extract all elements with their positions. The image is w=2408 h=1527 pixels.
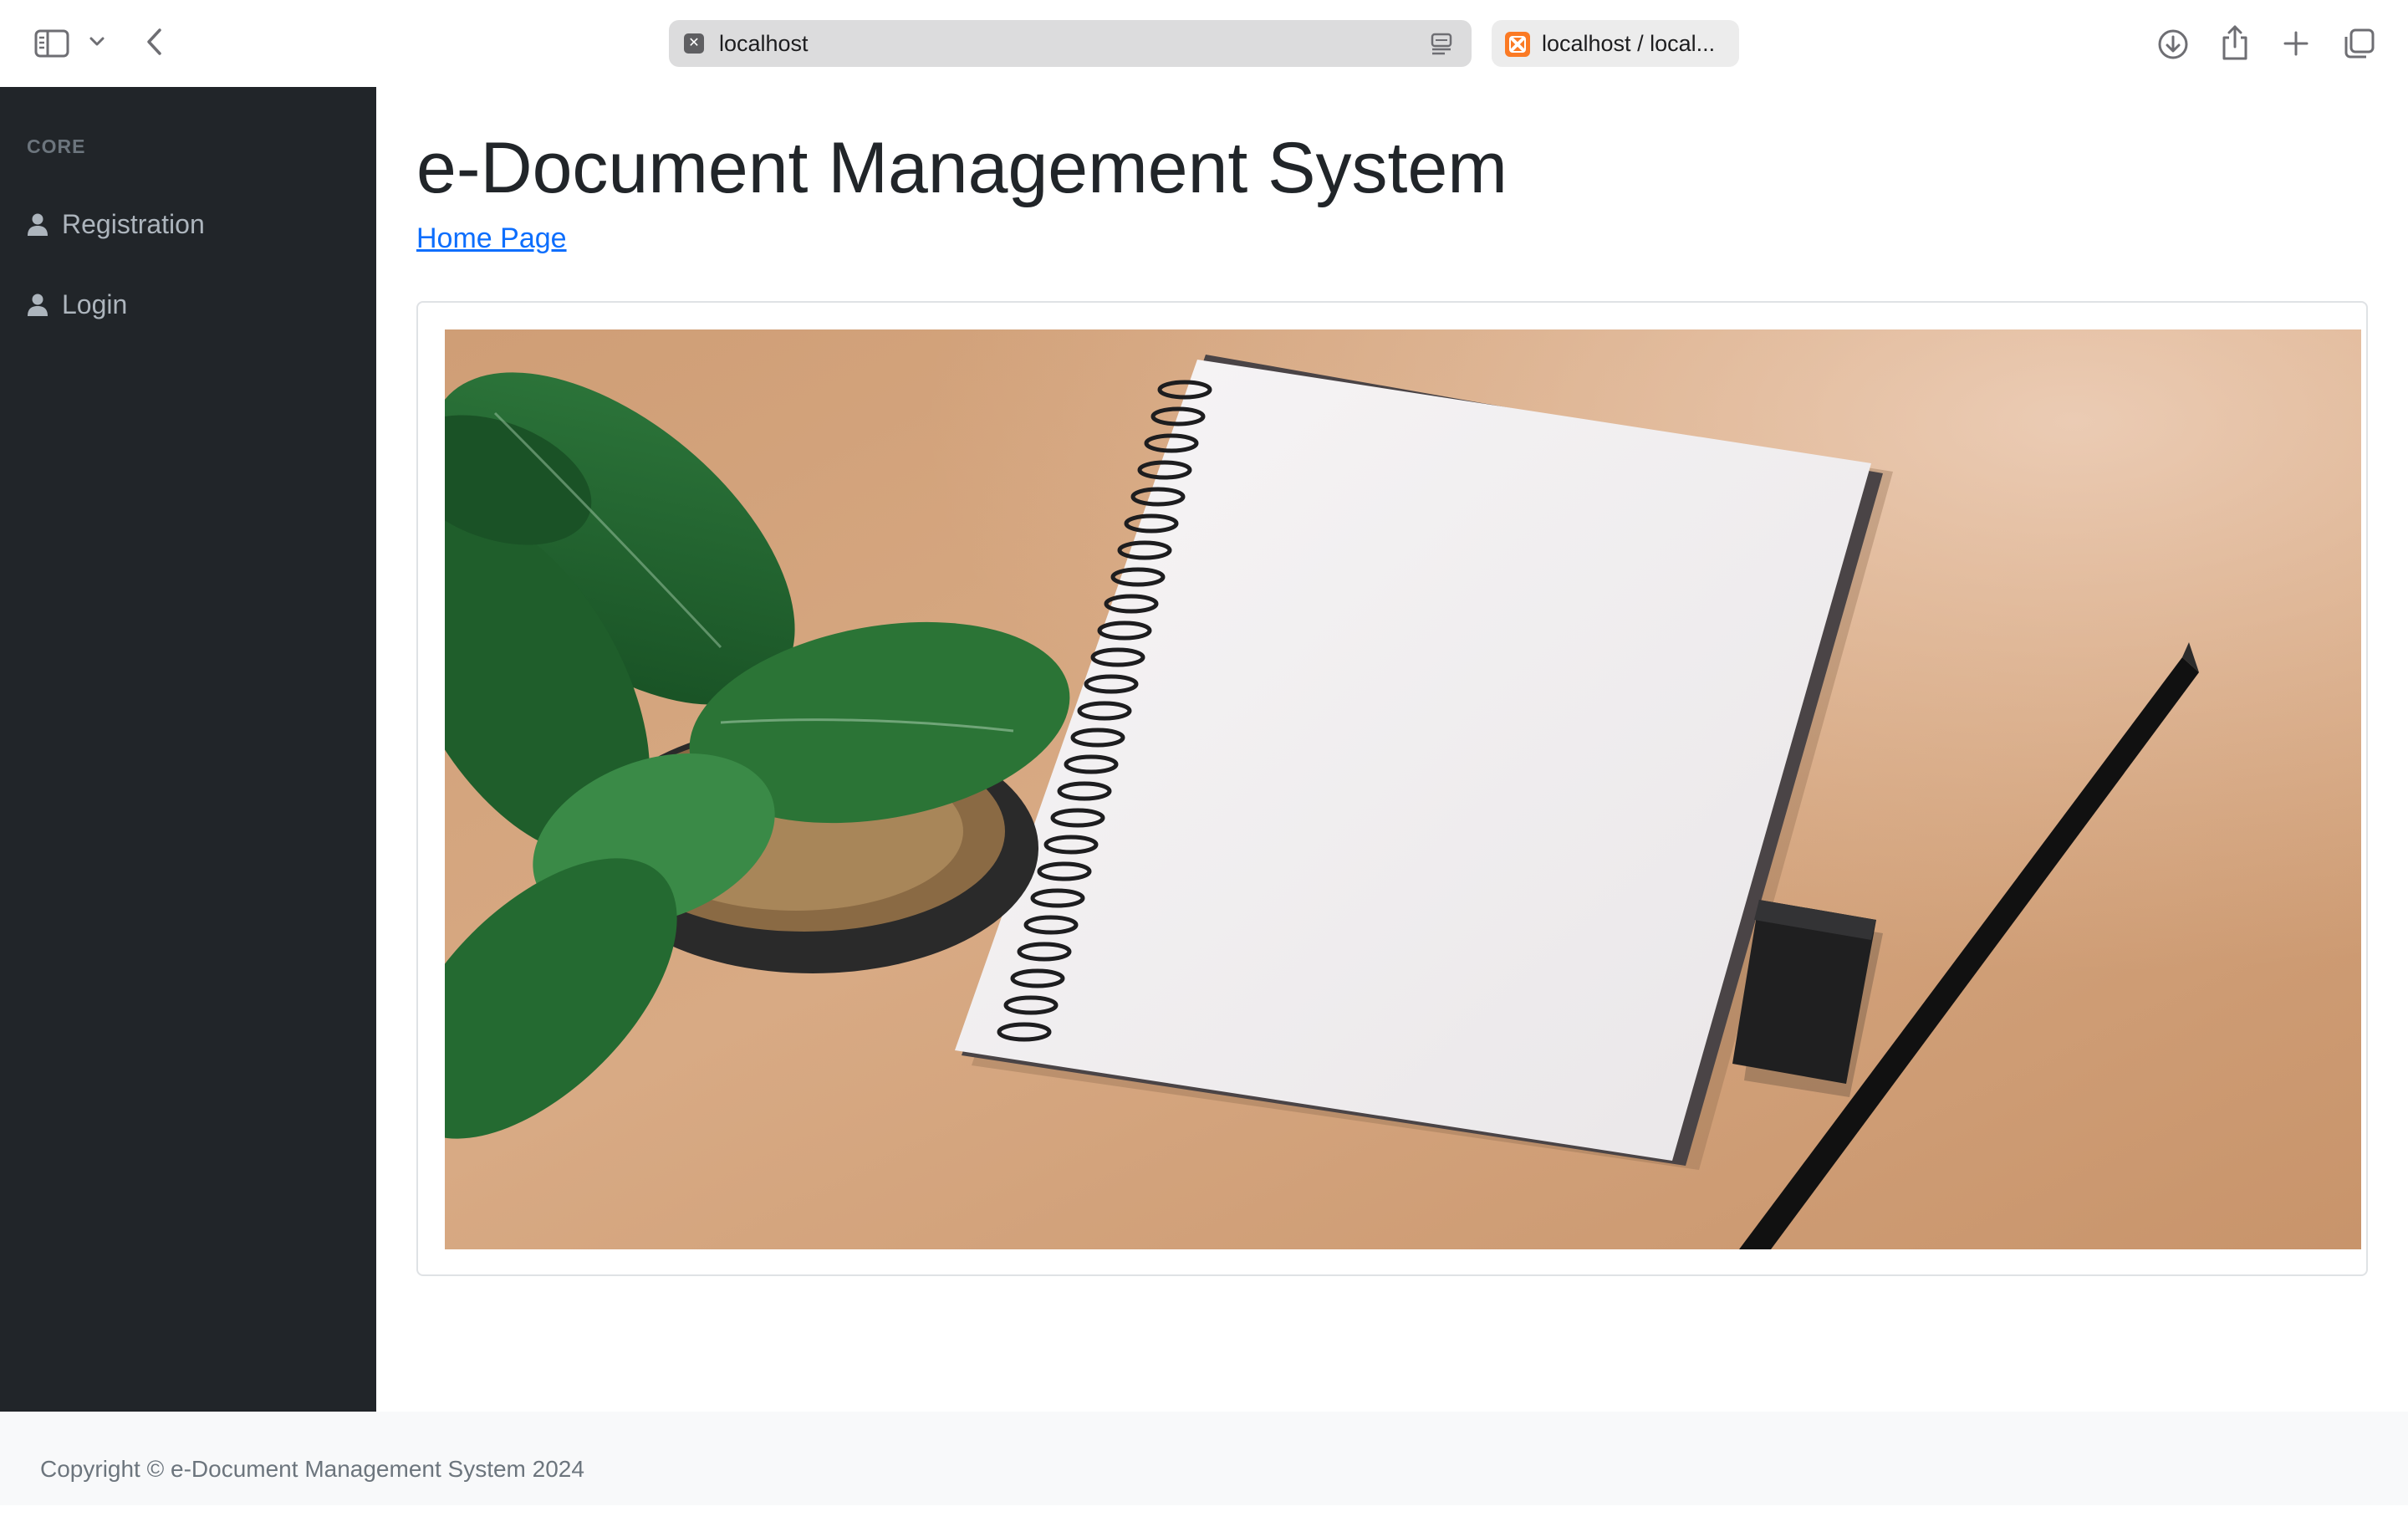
sidebar: CORE Registration Login <box>0 87 376 1412</box>
main-content: e-Document Management System Home Page <box>376 87 2408 1412</box>
copyright-text: Copyright © e-Document Management System… <box>40 1456 584 1482</box>
tab-phpmyadmin[interactable]: localhost / local... <box>1492 20 1739 67</box>
chevron-down-icon[interactable] <box>85 30 109 54</box>
share-icon[interactable] <box>2217 22 2252 64</box>
user-icon <box>27 292 50 317</box>
reader-icon[interactable] <box>1430 32 1453 55</box>
sidebar-item-login[interactable]: Login <box>27 279 127 329</box>
tab-title: localhost / local... <box>1542 31 1716 56</box>
footer: Copyright © e-Document Management System… <box>0 1412 2408 1505</box>
hero-image <box>445 329 2361 1249</box>
back-icon[interactable] <box>139 23 169 60</box>
address-text[interactable]: localhost <box>719 20 809 67</box>
sidebar-heading: CORE <box>27 135 86 157</box>
page-title: e-Document Management System <box>416 128 1508 208</box>
hero-card <box>416 301 2368 1276</box>
user-icon <box>27 212 50 237</box>
home-page-link[interactable]: Home Page <box>416 222 567 255</box>
tabs-overview-icon[interactable] <box>2341 25 2378 62</box>
sidebar-item-label: Login <box>62 289 128 319</box>
xampp-icon <box>1505 32 1530 57</box>
download-icon[interactable] <box>2154 25 2192 64</box>
sidebar-item-registration[interactable]: Registration <box>27 199 205 249</box>
browser-toolbar: ✕ localhost localhost / local... <box>0 0 2408 87</box>
sidebar-toggle-icon[interactable] <box>32 25 72 62</box>
sidebar-item-label: Registration <box>62 208 205 239</box>
plus-icon[interactable] <box>2279 27 2313 60</box>
site-favicon-icon: ✕ <box>684 33 704 54</box>
address-bar[interactable]: ✕ localhost <box>669 20 1472 67</box>
